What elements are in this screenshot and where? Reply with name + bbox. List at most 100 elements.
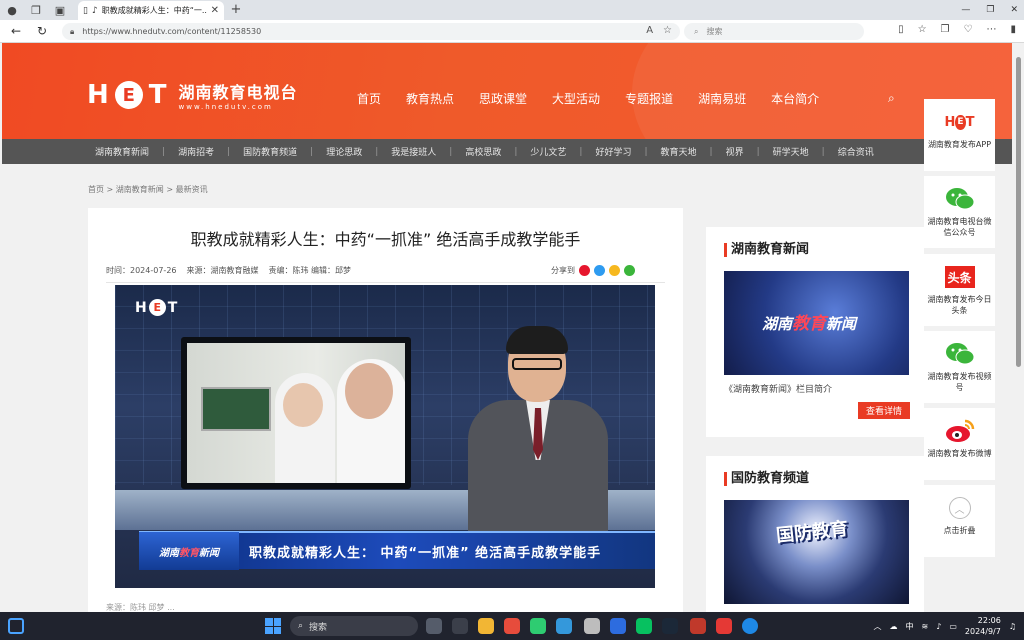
new-tab-button[interactable]: + [228, 2, 244, 17]
program-intro-link[interactable]: 《湖南教育新闻》栏目简介 [724, 382, 832, 395]
volume-icon[interactable]: ♪ [936, 622, 941, 631]
subnav-item[interactable]: 高校思政 [465, 145, 501, 158]
wifi-icon[interactable]: ≋ [922, 622, 929, 631]
breadcrumb[interactable]: 首页 > 湖南教育新闻 > 最新资讯 [88, 184, 208, 195]
subnav-item[interactable]: 我是接班人 [391, 145, 436, 158]
social-toutiao[interactable]: 头条 湖南教育发布今日头条 [924, 254, 995, 326]
scrollbar-thumb[interactable] [1016, 57, 1021, 367]
nav-item[interactable]: 专题报道 [625, 90, 673, 107]
store-icon[interactable] [504, 618, 520, 634]
close-tab-icon[interactable]: ✕ [211, 5, 219, 16]
nav-item[interactable]: 湖南易班 [698, 90, 746, 107]
share-label: 分享到 [551, 266, 575, 275]
taskbar-search-label: 搜索 [309, 622, 328, 633]
page-scrollbar[interactable] [1013, 43, 1024, 612]
subnav-item[interactable]: 湖南招考 [178, 145, 214, 158]
article-meta: 时间：2024-07-26 来源：湖南教育融媒 责编：陈玮 编辑：邱梦 [106, 265, 351, 276]
subnav-item[interactable]: 研学天地 [773, 145, 809, 158]
edge-icon[interactable] [742, 618, 758, 634]
notification-bell-icon[interactable]: ♫ [1009, 622, 1016, 631]
logo-letter-e: E [114, 81, 143, 109]
qzone-share-icon[interactable] [609, 265, 620, 276]
split-screen-icon[interactable]: ▯ [898, 24, 904, 35]
nav-item[interactable]: 教育热点 [406, 90, 454, 107]
subnav-item[interactable]: 国防教育频道 [243, 145, 297, 158]
favorite-star-icon[interactable]: ☆ [663, 25, 672, 36]
file-explorer-icon[interactable] [478, 618, 494, 634]
ime-indicator[interactable]: 中 [906, 621, 914, 632]
app-icon[interactable] [530, 618, 546, 634]
nav-item[interactable]: 本台简介 [771, 90, 819, 107]
video-watermark-logo: H E T [135, 299, 178, 316]
subnav-item[interactable]: 教育天地 [661, 145, 697, 158]
wechat-taskbar-icon[interactable] [636, 618, 652, 634]
restore-icon[interactable]: ❐ [986, 5, 994, 15]
program-banner-image[interactable]: 湖南教育新闻 [724, 271, 909, 375]
news-anchor-image [468, 326, 608, 550]
url-text: https://www.hnedutv.com/content/11258530 [82, 27, 262, 36]
subnav-item[interactable]: 综合资讯 [838, 145, 874, 158]
article-panel: 职教成就精彩人生：中药“一抓准” 绝活高手成教学能手 时间：2024-07-26… [88, 208, 683, 618]
wps-icon[interactable] [690, 618, 706, 634]
view-details-button[interactable]: 查看详情 [858, 402, 910, 419]
nav-item[interactable]: 大型活动 [552, 90, 600, 107]
defense-channel-image[interactable]: 国防教育 [724, 500, 909, 604]
steam-icon[interactable] [662, 618, 678, 634]
app-icon[interactable] [610, 618, 626, 634]
minimize-icon[interactable]: — [961, 5, 970, 15]
tab-actions-icon[interactable]: ▣ [48, 0, 72, 20]
back-icon[interactable]: ← [8, 24, 24, 38]
share-bar: 分享到 [551, 265, 635, 276]
battery-icon[interactable]: ▭ [949, 622, 957, 631]
social-weibo[interactable]: 湖南教育发布微博 [924, 408, 995, 480]
browser-tab[interactable]: ▯ ♪ 职教成就精彩人生：中药“一... ✕ [78, 1, 224, 20]
collapse-button[interactable]: ︿ 点击折叠 [924, 485, 995, 557]
taskbar-search[interactable]: ⌕ 搜索 [290, 616, 418, 636]
social-video-channel[interactable]: 湖南教育发布视频号 [924, 331, 995, 403]
qq-share-icon[interactable] [594, 265, 605, 276]
social-app[interactable]: H E T 湖南教育发布APP [924, 99, 995, 171]
weather-icon[interactable]: ☁ [890, 622, 898, 631]
clock[interactable]: 22:06 2024/9/7 [965, 615, 1001, 637]
time-label: 时间： [106, 266, 130, 275]
site-logo[interactable]: H E T 湖南教育电视台 www.hnedutv.com [87, 79, 298, 111]
chevron-up-icon[interactable]: ︿ [874, 621, 882, 632]
nav-item[interactable]: 首页 [357, 90, 381, 107]
profile-icon[interactable]: ● [0, 0, 24, 20]
site-search-icon[interactable]: ⌕ [888, 91, 895, 106]
widgets-icon[interactable] [8, 618, 24, 634]
browser-search-box[interactable]: ⌕ 搜索 [684, 23, 864, 40]
more-menu-icon[interactable]: ⋯ [986, 24, 996, 35]
sidebar-toggle-icon[interactable]: ▮ [1010, 24, 1016, 35]
start-button[interactable] [265, 618, 281, 634]
main-nav: 首页 教育热点 思政课堂 大型活动 专题报道 湖南易班 本台简介 [357, 90, 844, 107]
audio-icon[interactable]: ♪ [92, 6, 98, 16]
app-icon[interactable] [556, 618, 572, 634]
task-view-icon[interactable] [426, 618, 442, 634]
subnav-item[interactable]: 湖南教育新闻 [95, 145, 149, 158]
app-icon[interactable] [716, 618, 732, 634]
close-window-icon[interactable]: ✕ [1010, 5, 1018, 15]
app-icon[interactable] [584, 618, 600, 634]
wechat-share-icon[interactable] [624, 265, 635, 276]
defense-education-box: 国防教育频道 国防教育 [706, 456, 924, 618]
subnav-item[interactable]: 好好学习 [595, 145, 631, 158]
subnav-item[interactable]: 理论思政 [326, 145, 362, 158]
weibo-share-icon[interactable] [579, 265, 590, 276]
address-bar[interactable]: 🔒︎ https://www.hnedutv.com/content/11258… [62, 23, 680, 40]
browser-essentials-icon[interactable]: ♡ [964, 24, 973, 35]
social-wechat[interactable]: 湖南教育电视台微信公众号 [924, 176, 995, 248]
favorites-icon[interactable]: ☆ [918, 24, 927, 35]
refresh-icon[interactable]: ↻ [34, 24, 50, 38]
app-icon[interactable] [452, 618, 468, 634]
subnav-item[interactable]: 少儿文艺 [530, 145, 566, 158]
collections-icon[interactable]: ❐ [941, 24, 950, 35]
search-icon: ⌕ [694, 26, 699, 36]
workspaces-icon[interactable]: ❐ [24, 0, 48, 20]
article-video[interactable]: H E T 湖南 教育 新闻 职教成就精彩人生： 中药“一抓准” 绝活高手成教学能手 [115, 285, 655, 588]
subnav-item[interactable]: 视界 [726, 145, 744, 158]
article-editor: 责编：陈玮 编辑：邱梦 [268, 266, 352, 275]
het-app-icon: H E T [944, 114, 975, 130]
read-aloud-icon[interactable]: A [646, 25, 653, 36]
nav-item[interactable]: 思政课堂 [479, 90, 527, 107]
